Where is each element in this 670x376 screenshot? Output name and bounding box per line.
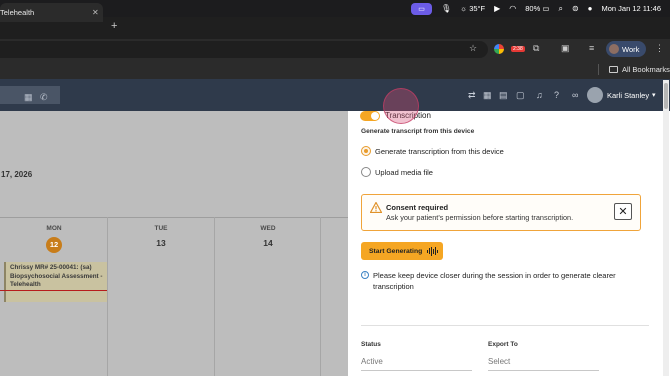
search-icon[interactable]: ⌕ (558, 4, 562, 13)
all-bookmarks-label: All Bookmarks (622, 65, 670, 74)
avatar (609, 44, 619, 54)
scrollbar[interactable] (663, 80, 669, 376)
color-extension-icon[interactable] (494, 44, 504, 54)
day-label-mon: MON (46, 225, 62, 232)
event-text: Chrissy MR# 25-00041: (sa) Biopsychosoci… (10, 264, 103, 288)
radio-upload-media-label[interactable]: Upload media file (375, 168, 433, 177)
export-to-label: Export To (488, 341, 518, 348)
info-message: Please keep device closer during the ses… (373, 271, 616, 291)
weather-text: 35°F (469, 4, 486, 13)
radio-generate-from-device[interactable] (361, 146, 371, 156)
consent-title: Consent required (386, 203, 449, 212)
close-icon[interactable]: ✕ (614, 203, 632, 220)
day-number-today[interactable]: 12 (46, 237, 62, 253)
start-generating-label: Start Generating (369, 247, 423, 255)
day-number[interactable]: 14 (253, 238, 283, 248)
swap-icon[interactable]: ⇄ (468, 91, 476, 100)
current-time-line (0, 290, 107, 291)
battery-text: 80% (525, 4, 541, 13)
cast-icon[interactable]: ▣ (561, 44, 570, 53)
extensions-puzzle-icon[interactable]: ⧉ (533, 44, 539, 53)
radio-upload-media[interactable] (361, 167, 371, 177)
app-header (0, 79, 670, 111)
start-generating-button[interactable]: Start Generating (361, 242, 443, 260)
info-icon: i (361, 271, 369, 279)
weather-widget[interactable]: ☼ 35°F (460, 4, 485, 13)
calendar-event[interactable]: Chrissy MR# 25-00041: (sa) Biopsychosoci… (4, 262, 107, 302)
user-name[interactable]: Karli Stanley (607, 91, 649, 100)
consent-message: Ask your patient's permission before sta… (386, 213, 574, 222)
all-bookmarks-link[interactable]: All Bookmarks (609, 65, 670, 74)
calendar-column-divider (320, 217, 321, 376)
inbox-icon[interactable]: ▤ (499, 91, 508, 100)
tab-title: Telehealth (0, 8, 35, 17)
folder-icon (609, 66, 618, 73)
status-field-underline (361, 370, 472, 371)
divider (598, 64, 599, 75)
link-icon[interactable]: ∞ (572, 91, 578, 100)
day-number[interactable]: 13 (146, 238, 176, 248)
cursor-highlight (383, 88, 419, 124)
section-title: Generate transcript from this device (361, 128, 475, 135)
address-bar[interactable] (0, 41, 488, 58)
scrollbar-thumb[interactable] (664, 83, 668, 109)
siri-icon[interactable]: ● (588, 4, 593, 13)
chevron-down-icon[interactable]: ▾ (652, 91, 656, 99)
calendar-date-heading: 17, 2026 (1, 170, 33, 179)
calendar-icon[interactable]: ▦ (24, 92, 33, 103)
play-icon[interactable]: ▶ (494, 4, 500, 13)
help-icon[interactable]: ? (554, 91, 559, 100)
bookmarks-bar: All Bookmarks (0, 60, 670, 79)
new-tab-icon[interactable]: + (111, 20, 117, 32)
day-label-wed: WED (260, 225, 276, 232)
extension-badge[interactable]: 2:38 (511, 46, 525, 52)
user-avatar[interactable] (587, 87, 603, 103)
profile-button[interactable]: Work (606, 41, 646, 57)
weather-icon: ☼ (460, 4, 468, 13)
bell-icon[interactable]: ♫ (536, 91, 543, 100)
toggle-knob (371, 112, 379, 120)
tab-telehealth[interactable]: Telehealth ✕ (0, 3, 103, 22)
calendar-column-divider (107, 217, 108, 376)
phone-icon[interactable]: ✆ (40, 92, 48, 103)
audio-wave-icon (427, 246, 439, 256)
profile-label: Work (622, 44, 640, 54)
warning-icon (370, 202, 382, 213)
divider (361, 325, 649, 326)
bookmark-star-icon[interactable]: ☆ (469, 44, 477, 53)
day-label-tue: TUE (154, 225, 168, 232)
export-to-select[interactable]: Select (488, 357, 510, 366)
battery-widget[interactable]: 80% ▭ (525, 4, 549, 13)
screen-record-icon[interactable]: ▭ (411, 2, 433, 15)
reading-list-icon[interactable]: ≡ (589, 44, 594, 53)
export-field-underline (488, 370, 599, 371)
browser-menu-icon[interactable]: ⋮ (655, 44, 664, 53)
calendar-grid-line (0, 217, 348, 218)
close-tab-icon[interactable]: ✕ (92, 8, 99, 17)
status-select[interactable]: Active (361, 357, 383, 366)
clock-text[interactable]: Mon Jan 12 11:46 (602, 4, 662, 13)
calendar-icon[interactable]: ▦ (483, 91, 492, 100)
microphone-icon[interactable]: 🎙 (441, 4, 451, 13)
radio-generate-from-device-label[interactable]: Generate transcription from this device (375, 147, 504, 156)
chat-icon[interactable]: ▢ (516, 91, 525, 100)
status-label: Status (361, 341, 381, 348)
wifi-icon[interactable]: ◠ (509, 4, 516, 13)
calendar-column-divider (214, 217, 215, 376)
control-center-icon[interactable]: ⊜ (572, 4, 579, 13)
battery-icon: ▭ (542, 4, 550, 13)
